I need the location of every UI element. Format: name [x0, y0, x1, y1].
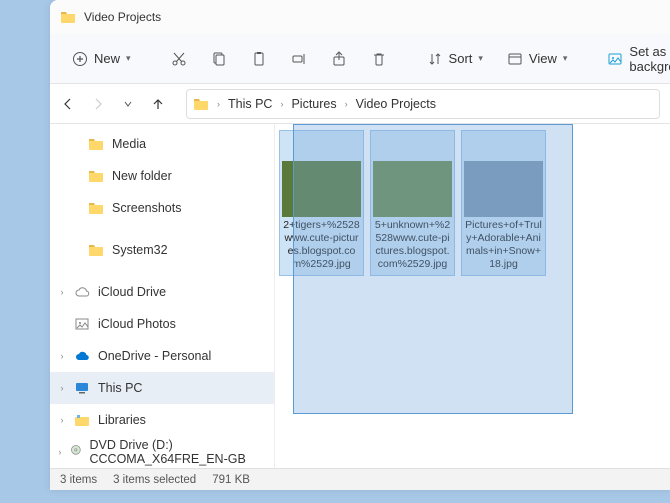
onedrive-icon [74, 348, 90, 364]
image-icon [607, 51, 623, 67]
file-name: 2+tigers+%2528www.cute-pictures.blogspot… [282, 217, 361, 273]
pc-icon [74, 380, 90, 396]
tree-item-icloud-photos[interactable]: ›iCloud Photos [50, 308, 274, 340]
clipboard-icon [251, 51, 267, 67]
folder-icon [88, 242, 104, 258]
tree-item-libraries[interactable]: › Libraries [50, 404, 274, 436]
scissors-icon [171, 51, 187, 67]
forward-button[interactable] [90, 96, 106, 112]
folder-icon [88, 200, 104, 216]
chevron-right-icon[interactable]: › [54, 415, 70, 425]
chevron-right-icon[interactable]: › [278, 99, 285, 109]
breadcrumb[interactable]: › This PC › Pictures › Video Projects [186, 89, 660, 119]
rename-icon [291, 51, 307, 67]
body: ›Media›New folder›Screenshots›System32›i… [50, 124, 670, 468]
set-background-label: Set as background [629, 44, 670, 74]
tree-item-dvd-drive-d-cccoma-x64fr[interactable]: › DVD Drive (D:) CCCOMA_X64FRE_EN-GB [50, 436, 274, 468]
chevron-down-icon: ▾ [478, 53, 483, 64]
view-button[interactable]: View ▾ [497, 45, 577, 73]
folder-icon [88, 168, 104, 184]
recent-dropdown[interactable] [120, 96, 136, 112]
window-title: Video Projects [84, 10, 161, 24]
tree-item-onedrive-personal[interactable]: › OneDrive - Personal [50, 340, 274, 372]
file-name: 5+unknown+%2528www.cute-pictures.blogspo… [373, 217, 452, 273]
toolbar: New ▾ Sort ▾ View ▾ Set as background [50, 34, 670, 84]
tree-item-label: iCloud Photos [98, 317, 176, 331]
sort-icon [427, 51, 443, 67]
copy-icon [211, 51, 227, 67]
trash-icon [371, 51, 387, 67]
chevron-right-icon[interactable]: › [54, 447, 66, 457]
tree-item-label: iCloud Drive [98, 285, 166, 299]
chevron-right-icon[interactable]: › [215, 99, 222, 109]
new-button[interactable]: New ▾ [62, 45, 141, 73]
view-label: View [529, 51, 557, 66]
address-bar-row: › This PC › Pictures › Video Projects [50, 84, 670, 124]
disc-icon [70, 444, 82, 460]
back-button[interactable] [60, 96, 76, 112]
tree-item-label: Libraries [98, 413, 146, 427]
tree-item-screenshots[interactable]: ›Screenshots [50, 192, 274, 224]
tree-item-label: New folder [112, 169, 172, 183]
delete-button[interactable] [361, 45, 397, 73]
status-bar: 3 items 3 items selected 791 KB [50, 468, 670, 490]
chevron-down-icon: ▾ [563, 53, 568, 64]
tree-item-label: Media [112, 137, 146, 151]
tree-item-new-folder[interactable]: ›New folder [50, 160, 274, 192]
folder-icon [88, 136, 104, 152]
tree-item-this-pc[interactable]: › This PC [50, 372, 274, 404]
file-thumbnail[interactable]: 5+unknown+%2528www.cute-pictures.blogspo… [370, 130, 455, 276]
folder-icon [60, 9, 76, 25]
chevron-down-icon: ▾ [126, 53, 131, 64]
file-thumbnail[interactable]: 2+tigers+%2528www.cute-pictures.blogspot… [279, 130, 364, 276]
set-background-button[interactable]: Set as background [597, 38, 670, 80]
rename-button[interactable] [281, 45, 317, 73]
tree-item-system32[interactable]: ›System32 [50, 234, 274, 266]
cut-button[interactable] [161, 45, 197, 73]
file-grid: 2+tigers+%2528www.cute-pictures.blogspot… [275, 124, 670, 282]
thumbnail-image [373, 161, 452, 217]
view-icon [507, 51, 523, 67]
share-button[interactable] [321, 45, 357, 73]
share-icon [331, 51, 347, 67]
photo-icon [74, 316, 90, 332]
breadcrumb-segment[interactable]: Pictures [287, 95, 340, 113]
tree-item-label: System32 [112, 243, 168, 257]
selected-count: 3 items selected [113, 474, 196, 486]
cloud-icon [74, 284, 90, 300]
breadcrumb-segment[interactable]: Video Projects [352, 95, 440, 113]
chevron-right-icon[interactable]: › [54, 351, 70, 361]
sort-button[interactable]: Sort ▾ [417, 45, 493, 73]
new-label: New [94, 51, 120, 66]
thumbnail-image [282, 161, 361, 217]
tree-item-label: This PC [98, 381, 142, 395]
tree-item-media[interactable]: ›Media [50, 128, 274, 160]
copy-button[interactable] [201, 45, 237, 73]
chevron-right-icon[interactable]: › [54, 383, 70, 393]
tree-item-label: OneDrive - Personal [98, 349, 211, 363]
breadcrumb-segment[interactable]: This PC [224, 95, 276, 113]
content-pane[interactable]: 2+tigers+%2528www.cute-pictures.blogspot… [275, 124, 670, 468]
tree-item-label: DVD Drive (D:) CCCOMA_X64FRE_EN-GB [90, 438, 269, 466]
folder-icon [193, 96, 209, 112]
nav-arrows [60, 96, 176, 112]
paste-button[interactable] [241, 45, 277, 73]
item-count: 3 items [60, 474, 97, 486]
chevron-right-icon[interactable]: › [54, 287, 70, 297]
file-thumbnail[interactable]: Pictures+of+Truly+Adorable+Animals+in+Sn… [461, 130, 546, 276]
plus-icon [72, 51, 88, 67]
explorer-window: Video Projects New ▾ Sort ▾ View ▾ Set a… [50, 0, 670, 490]
tree-item-label: Screenshots [112, 201, 181, 215]
file-name: Pictures+of+Truly+Adorable+Animals+in+Sn… [464, 217, 543, 273]
up-button[interactable] [150, 96, 166, 112]
selected-size: 791 KB [212, 474, 250, 486]
libraries-icon [74, 412, 90, 428]
sort-label: Sort [449, 51, 473, 66]
tree-item-icloud-drive[interactable]: › iCloud Drive [50, 276, 274, 308]
navigation-tree[interactable]: ›Media›New folder›Screenshots›System32›i… [50, 124, 275, 468]
chevron-right-icon[interactable]: › [343, 99, 350, 109]
thumbnail-image [464, 161, 543, 217]
title-bar[interactable]: Video Projects [50, 0, 670, 34]
